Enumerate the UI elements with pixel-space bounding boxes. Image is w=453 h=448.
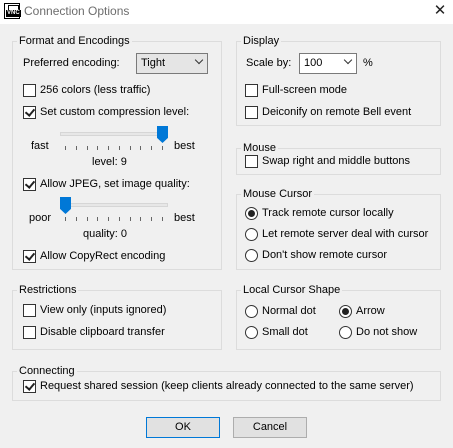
compression-slider-tick xyxy=(151,146,153,150)
do-not-show-radio[interactable] xyxy=(339,326,352,339)
compression-slider-tick xyxy=(118,146,120,150)
quality-slider-tick xyxy=(151,217,153,221)
compression-slider-tick xyxy=(65,146,66,150)
local-cursor-legend: Local Cursor Shape xyxy=(241,284,343,296)
compression-level-value: level: 9 xyxy=(92,156,127,168)
custom-compression-checkbox[interactable] xyxy=(23,106,36,119)
quality-level-value: quality: 0 xyxy=(83,228,128,240)
quality-max-label: best xyxy=(174,212,195,224)
chevron-down-icon xyxy=(194,55,204,65)
close-icon[interactable]: ✕ xyxy=(430,2,450,20)
small-dot-radio[interactable] xyxy=(245,326,258,339)
fullscreen-checkbox[interactable] xyxy=(245,84,258,97)
shared-session-checkbox[interactable] xyxy=(23,380,36,393)
quality-slider-tick xyxy=(65,217,66,221)
preferred-encoding-label: Preferred encoding: xyxy=(23,57,120,69)
shared-session-label: Request shared session (keep clients alr… xyxy=(40,380,414,392)
swap-buttons-label: Swap right and middle buttons xyxy=(262,155,410,167)
vnc-app-icon: VNC xyxy=(4,3,21,19)
hide-cursor-label: Don't show remote cursor xyxy=(262,249,387,261)
track-cursor-label: Track remote cursor locally xyxy=(262,207,394,219)
deiconify-label: Deiconify on remote Bell event xyxy=(262,106,412,118)
mouse-legend: Mouse xyxy=(241,142,279,154)
normal-dot-label: Normal dot xyxy=(262,305,316,317)
normal-dot-radio[interactable] xyxy=(245,305,258,318)
custom-compression-label: Set custom compression level: xyxy=(40,106,190,118)
colors-256-checkbox[interactable] xyxy=(23,84,36,97)
hide-cursor-radio[interactable] xyxy=(245,249,258,262)
server-cursor-label: Let remote server deal with cursor xyxy=(262,228,429,240)
restrictions-legend: Restrictions xyxy=(17,284,79,296)
window-title: Connection Options xyxy=(24,4,130,18)
colors-256-label: 256 colors (less traffic) xyxy=(40,84,151,96)
quality-slider-tick xyxy=(108,217,110,221)
scale-select[interactable]: 100 xyxy=(299,53,357,74)
mouse-cursor-legend: Mouse Cursor xyxy=(241,188,315,200)
chevron-down-icon xyxy=(343,55,353,65)
preferred-encoding-select[interactable]: Tight xyxy=(136,53,208,74)
disable-clipboard-checkbox[interactable] xyxy=(23,326,36,339)
quality-slider-tick xyxy=(129,217,131,221)
compression-slider-tick xyxy=(129,146,131,150)
compression-slider-tick xyxy=(75,146,77,150)
quality-slider-tick xyxy=(118,217,120,221)
quality-slider-tick xyxy=(140,217,142,221)
view-only-checkbox[interactable] xyxy=(23,304,36,317)
fullscreen-label: Full-screen mode xyxy=(262,84,347,96)
compression-max-label: best xyxy=(174,140,195,152)
quality-slider-tick xyxy=(97,217,99,221)
disable-clipboard-label: Disable clipboard transfer xyxy=(40,326,165,338)
compression-slider-tick xyxy=(140,146,142,150)
copyrect-checkbox[interactable] xyxy=(23,250,36,263)
arrow-radio[interactable] xyxy=(339,305,352,318)
compression-slider-track[interactable] xyxy=(60,132,168,136)
format-encodings-legend: Format and Encodings xyxy=(17,35,132,47)
track-cursor-radio[interactable] xyxy=(245,207,258,220)
restrictions-group xyxy=(12,290,222,350)
ok-button[interactable]: OK xyxy=(146,417,220,438)
scale-value: 100 xyxy=(304,57,323,69)
quality-min-label: poor xyxy=(29,212,52,224)
compression-slider-tick xyxy=(86,146,88,150)
quality-slider-track[interactable] xyxy=(60,203,168,207)
scale-label: Scale by: xyxy=(246,57,292,69)
scale-unit: % xyxy=(363,57,373,69)
display-legend: Display xyxy=(241,35,282,47)
connecting-legend: Connecting xyxy=(17,365,77,377)
server-cursor-radio[interactable] xyxy=(245,228,258,241)
arrow-label: Arrow xyxy=(356,305,385,317)
allow-jpeg-label: Allow JPEG, set image quality: xyxy=(40,178,190,190)
swap-buttons-checkbox[interactable] xyxy=(245,155,258,168)
quality-slider-tick xyxy=(75,217,77,221)
quality-slider-tick xyxy=(86,217,88,221)
small-dot-label: Small dot xyxy=(262,326,308,338)
allow-jpeg-checkbox[interactable] xyxy=(23,178,36,191)
cancel-button[interactable]: Cancel xyxy=(233,417,307,438)
compression-slider-tick xyxy=(97,146,99,150)
quality-slider-tick xyxy=(162,217,163,221)
copyrect-label: Allow CopyRect encoding xyxy=(40,250,166,262)
compression-slider-tick xyxy=(108,146,110,150)
compression-min-label: fast xyxy=(31,140,49,152)
view-only-label: View only (inputs ignored) xyxy=(40,304,167,316)
compression-slider-tick xyxy=(162,146,163,150)
local-cursor-group xyxy=(236,290,441,350)
do-not-show-label: Do not show xyxy=(356,326,418,338)
preferred-encoding-value: Tight xyxy=(141,57,166,69)
deiconify-checkbox[interactable] xyxy=(245,106,258,119)
